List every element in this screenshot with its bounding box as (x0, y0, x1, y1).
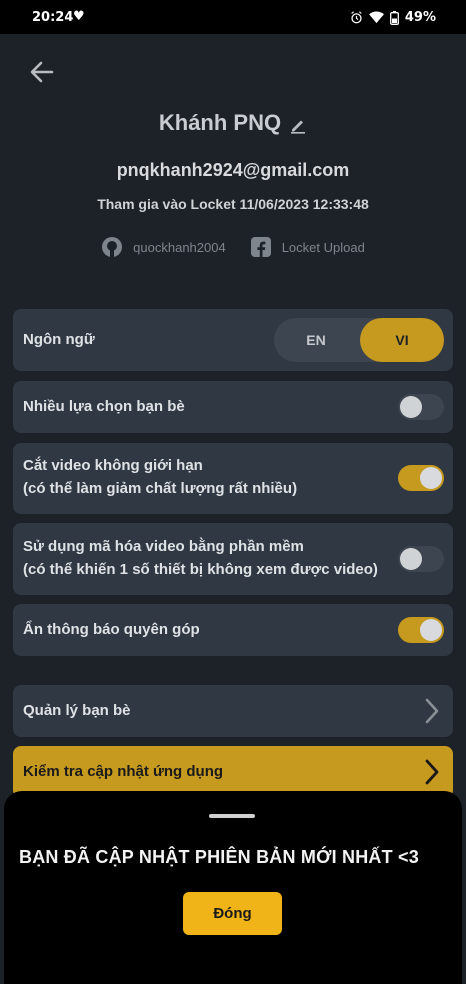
github-icon (102, 237, 123, 257)
unlimited-video-switch[interactable] (398, 465, 444, 491)
language-option-vi[interactable]: VI (360, 318, 444, 362)
status-bar: 20:24 ♥ 49% (0, 0, 466, 34)
hide-donate-setting: Ẩn thông báo quyên góp (13, 604, 453, 656)
check-update-label: Kiểm tra cập nhật ứng dụng (23, 763, 224, 780)
github-username: quockhanh2004 (133, 239, 226, 255)
facebook-icon (250, 237, 271, 257)
edit-pencil-icon[interactable] (289, 116, 307, 134)
unlimited-video-label: Cắt video không giới hạn (23, 457, 203, 474)
github-link[interactable]: quockhanh2004 (101, 236, 226, 258)
joined-date: Tham gia vào Locket 11/06/2023 12:33:48 (97, 196, 369, 212)
alarm-icon (351, 11, 362, 24)
wifi-icon (368, 11, 384, 24)
sheet-drag-handle[interactable] (209, 814, 255, 818)
chevron-right-icon (425, 698, 439, 724)
manage-friends-item[interactable]: Quản lý bạn bè (13, 685, 453, 737)
software-encoding-note: (có thể khiến 1 số thiết bị không xem đư… (23, 561, 378, 578)
profile-email: pnqkhanh2924@gmail.com (116, 160, 350, 180)
close-button[interactable]: Đóng (183, 892, 282, 935)
software-encoding-label: Sử dụng mã hóa video bằng phần mềm (23, 538, 304, 555)
heart-icon: ♥ (73, 9, 85, 24)
back-arrow-icon[interactable] (28, 58, 56, 86)
language-option-en[interactable]: EN (274, 318, 358, 362)
battery-icon (389, 10, 399, 25)
chevron-right-icon (425, 759, 439, 785)
facebook-link[interactable]: Locket Upload (250, 236, 365, 258)
switch-knob (400, 548, 422, 570)
hide-donate-switch[interactable] (398, 617, 444, 643)
language-setting: Ngôn ngữ EN VI (13, 309, 453, 371)
language-label: Ngôn ngữ (23, 331, 95, 348)
social-links: quockhanh2004 Locket Upload (0, 236, 466, 258)
battery-percent: 49% (404, 10, 436, 25)
sheet-message: BẠN ĐÃ CẬP NHẬT PHIÊN BẢN MỚI NHẤT <3 (19, 847, 419, 867)
profile-name-row: Khánh PNQ (0, 110, 466, 136)
software-encoding-setting: Sử dụng mã hóa video bằng phần mềm (có t… (13, 523, 453, 595)
status-icons: 49% (350, 10, 436, 25)
facebook-page: Locket Upload (281, 239, 365, 255)
profile-name: Khánh PNQ (158, 110, 282, 135)
status-time: 20:24 (32, 10, 74, 25)
hide-donate-label: Ẩn thông báo quyên góp (23, 621, 200, 638)
software-encoding-switch[interactable] (398, 546, 444, 572)
unlimited-video-setting: Cắt video không giới hạn (có thể làm giả… (13, 443, 453, 514)
switch-knob (400, 396, 422, 418)
manage-friends-label: Quản lý bạn bè (23, 702, 131, 719)
multi-select-friends-switch[interactable] (398, 394, 444, 420)
update-bottom-sheet: BẠN ĐÃ CẬP NHẬT PHIÊN BẢN MỚI NHẤT <3 Đó… (4, 791, 462, 984)
switch-knob (420, 467, 442, 489)
unlimited-video-note: (có thể làm giảm chất lượng rất nhiều) (23, 480, 298, 497)
switch-knob (420, 619, 442, 641)
language-toggle: EN VI (274, 318, 444, 362)
multi-select-friends-label: Nhiều lựa chọn bạn bè (23, 398, 185, 415)
multi-select-friends-setting: Nhiều lựa chọn bạn bè (13, 381, 453, 433)
